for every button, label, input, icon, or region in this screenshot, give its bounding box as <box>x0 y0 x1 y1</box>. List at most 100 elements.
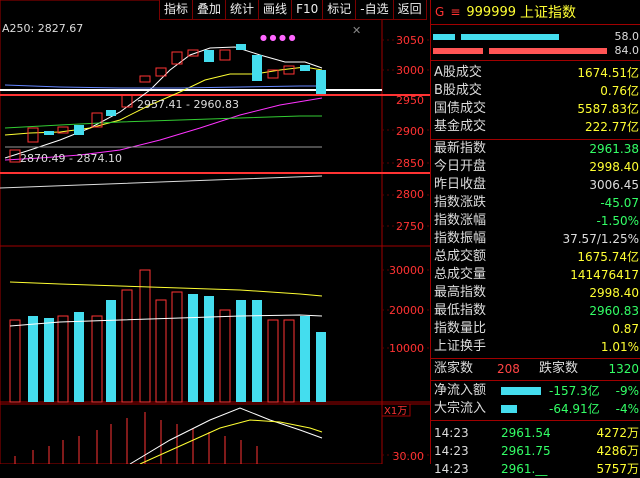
sell-bar-large <box>489 48 607 54</box>
buy-bar-large <box>461 34 559 40</box>
ma-line-blue <box>4 84 322 89</box>
tick-price: 2961.75 <box>501 444 551 458</box>
stat-row: 今日开盘 2998.40 <box>431 158 640 176</box>
tick-time: 14:23 <box>434 426 469 440</box>
annotation-high: 2957.41 - 2960.83 <box>137 98 239 111</box>
stat-row: 总成交量 141476417 <box>431 266 640 284</box>
buy-bar-small <box>433 34 455 40</box>
stat-row: 最新指数 2961.38 <box>431 140 640 158</box>
mark-button[interactable]: 标记 <box>322 0 357 20</box>
turnover-label: B股成交 <box>434 83 482 98</box>
stat-value: 1675.74亿 <box>577 250 639 264</box>
turnover-row: A股成交 1674.51亿 <box>431 64 640 82</box>
turnover-value: 1674.51亿 <box>577 66 639 80</box>
g-label[interactable]: G <box>435 5 444 19</box>
down-count-label: 跌家数 <box>539 361 579 376</box>
volume-bars <box>9 269 326 403</box>
index-code: 999999 <box>466 4 517 20</box>
stat-value: -45.07 <box>600 196 639 210</box>
stat-label: 最低指数 <box>434 303 487 318</box>
breadth-row: 涨家数 208 跌家数 1320 <box>431 360 640 378</box>
stat-label: 总成交额 <box>434 249 487 264</box>
axis-tick-label: 3050 <box>396 34 424 47</box>
volume-axis: 30000 20000 10000 <box>389 264 424 355</box>
axis-tick-label: 20000 <box>389 304 424 317</box>
block-inflow-row: 大宗流入 -64.91亿 -4% <box>431 400 640 418</box>
stat-label: 总成交量 <box>434 267 487 282</box>
stat-row: 上证换手 1.01% <box>431 338 640 356</box>
net-inflow-value: -157.3亿 <box>549 384 600 398</box>
f10-button[interactable]: F10 <box>291 0 324 20</box>
up-count: 208 <box>497 362 520 376</box>
stat-value: 2998.40 <box>589 160 639 174</box>
turnover-label: A股成交 <box>434 65 482 80</box>
stat-value: 3006.45 <box>589 178 639 192</box>
chart-svg[interactable]: 3050 3000 2950 2900 2850 2800 2750 30000 20000 1… <box>0 0 430 478</box>
draw-line-button[interactable]: 画线 <box>258 0 293 20</box>
turnover-row: 基金成交 222.77亿 <box>431 118 640 136</box>
tick-time: 14:23 <box>434 462 469 476</box>
quote-header: G ≡ 999999 上证指数 <box>431 0 640 24</box>
stat-label: 昨日收盘 <box>434 177 487 192</box>
stat-value: -1.50% <box>596 214 639 228</box>
stat-label: 指数涨幅 <box>434 213 487 228</box>
menu-icon[interactable]: ≡ <box>450 5 460 19</box>
axis-tick-label: 3000 <box>396 64 424 77</box>
stat-value: 1.01% <box>600 340 639 354</box>
signal-dots: ● ● ● ● <box>260 33 296 42</box>
tick-volume: 4286万 <box>596 444 639 458</box>
stat-value: 2961.38 <box>589 142 639 156</box>
crosshair-icon[interactable]: ✕ <box>352 24 361 37</box>
quote-panel: G ≡ 999999 上证指数 58.0 84.0 A股成交 1674.51亿 B股… <box>430 0 640 476</box>
stat-row: 最低指数 2960.83 <box>431 302 640 320</box>
stat-value: 0.87 <box>612 322 639 336</box>
axis-tick-label: 2950 <box>396 94 424 107</box>
block-inflow-pct: -4% <box>615 402 639 416</box>
kline-chart-area[interactable]: 3050 3000 2950 2900 2850 2800 2750 30000 20000 1… <box>0 0 430 478</box>
turnover-label: 国债成交 <box>434 101 487 116</box>
stat-row: 指数量比 0.87 <box>431 320 640 338</box>
tick-volume: 5757万 <box>596 462 639 476</box>
turnover-row: B股成交 0.76亿 <box>431 82 640 100</box>
sell-bar-small <box>433 48 483 54</box>
axis-tick-label: 2750 <box>396 220 424 233</box>
turnover-value: 0.76亿 <box>600 84 639 98</box>
axis-tick-label: 30000 <box>389 264 424 277</box>
annotation-low: 2870.49 - 2874.10 <box>20 152 122 165</box>
ma250-label: A250: 2827.67 <box>2 22 83 35</box>
overlay-button[interactable]: 叠加 <box>192 0 227 20</box>
price-axis: 3050 3000 2950 2900 2850 2800 2750 <box>396 34 424 233</box>
stat-label: 上证换手 <box>434 339 487 354</box>
ma-line-green <box>4 115 322 129</box>
statistics-button[interactable]: 统计 <box>225 0 260 20</box>
axis-tick-label: 2850 <box>396 157 424 170</box>
block-inflow-label: 大宗流入 <box>434 401 487 416</box>
back-button[interactable]: 返回 <box>392 0 427 20</box>
up-count-label: 涨家数 <box>434 361 474 376</box>
vol-ma-yellow <box>9 281 323 297</box>
axis-tick-label: 10000 <box>389 342 424 355</box>
stat-row: 总成交额 1675.74亿 <box>431 248 640 266</box>
tick-price: 2961.__ <box>501 462 548 476</box>
bar1-percent: 58.0 <box>614 30 640 43</box>
block-inflow-bar <box>501 405 517 413</box>
stat-value: 37.57/1.25% <box>562 232 639 246</box>
net-inflow-pct: -9% <box>615 384 639 398</box>
turnover-label: 基金成交 <box>434 119 487 134</box>
indicator-button[interactable]: 指标 <box>159 0 194 20</box>
axis-tick-label: 2900 <box>396 125 424 138</box>
stat-value: 2960.83 <box>589 304 639 318</box>
axis-tick-label: 30.00 <box>393 450 425 463</box>
ma-line-long-white <box>0 175 323 189</box>
net-inflow-bar <box>501 387 541 395</box>
stat-row: 指数振幅 37.57/1.25% <box>431 230 640 248</box>
turnover-value: 222.77亿 <box>585 120 639 134</box>
bar2-percent: 84.0 <box>614 44 640 57</box>
block-inflow-value: -64.91亿 <box>549 402 600 416</box>
toolbar: 指标 叠加 统计 画线 F10 标记 -自选 返回 <box>159 0 428 20</box>
watchlist-button[interactable]: -自选 <box>355 0 394 20</box>
tick-time: 14:23 <box>434 444 469 458</box>
tick-row: 14:23 2961.__ 5757万 <box>431 460 640 478</box>
stat-label: 指数涨跌 <box>434 195 487 210</box>
stat-row: 最高指数 2998.40 <box>431 284 640 302</box>
